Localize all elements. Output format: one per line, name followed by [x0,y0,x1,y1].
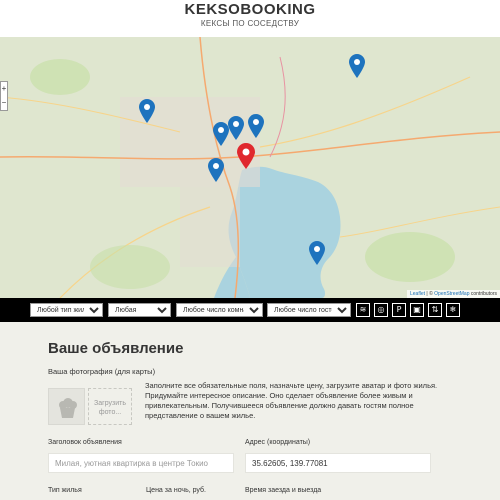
site-header: KEKSOBOOKING КЕКСЫ ПО СОСЕДСТВУ [0,0,500,37]
address-input[interactable] [245,453,431,473]
urban-area-south [180,187,240,267]
offer-pin[interactable] [227,115,245,141]
attribution-separator: | © [425,291,435,297]
address-label: Адрес (координаты) [245,439,311,446]
price-label: Цена за ночь, руб. [146,487,206,494]
washer-icon[interactable]: ▣ [410,303,424,317]
attribution-tail: contributors [469,291,497,297]
park [90,245,170,289]
zoom-control: + − [0,81,8,111]
title-label: Заголовок объявления [48,439,122,446]
parking-icon[interactable]: P [392,303,406,317]
time-label: Время заезда и выезда [245,487,322,494]
housing-guests-filter[interactable]: Любое число гостей [267,303,351,317]
title-input[interactable] [48,453,234,473]
avatar-upload[interactable]: Загрузить фото... [88,388,132,425]
elevator-icon[interactable]: ⇅ [428,303,442,317]
avatar-preview [48,388,85,425]
avatar-label: Ваша фотография (для карты) [48,367,156,376]
park [30,59,90,95]
offer-pin[interactable] [247,113,265,139]
housing-price-filter[interactable]: Любая [108,303,171,317]
housing-rooms-filter[interactable]: Любое число комнат [176,303,263,317]
zoom-out-button[interactable]: − [1,96,7,110]
conditioner-icon[interactable]: ❄ [446,303,460,317]
site-tagline: КЕКСЫ ПО СОСЕДСТВУ [200,19,300,28]
muffin-icon [59,398,77,418]
type-label: Тип жилья [48,487,82,494]
site-logo[interactable]: KEKSOBOOKING [0,1,500,18]
wifi-icon[interactable]: ≋ [356,303,370,317]
form-hint: Заполните все обязательные поля, назначь… [145,381,438,420]
offer-pin[interactable] [207,157,225,183]
map[interactable]: + − Leaflet | © OpenStreetMap contributo… [0,37,500,298]
park [365,232,455,282]
dishwasher-icon[interactable]: ◎ [374,303,388,317]
form-title: Ваше объявление [48,340,184,357]
osm-link[interactable]: OpenStreetMap [434,291,469,297]
map-attribution: Leaflet | © OpenStreetMap contributors [407,290,500,298]
zoom-in-button[interactable]: + [1,82,7,96]
housing-type-filter[interactable]: Любой тип жилья [30,303,103,317]
offer-pin[interactable] [308,240,326,266]
main-pin[interactable] [236,142,256,170]
offer-pin[interactable] [138,98,156,124]
map-filters: Любой тип жилья Любая Любое число комнат… [0,298,500,322]
offer-pin[interactable] [348,53,366,79]
leaflet-link[interactable]: Leaflet [410,291,425,297]
